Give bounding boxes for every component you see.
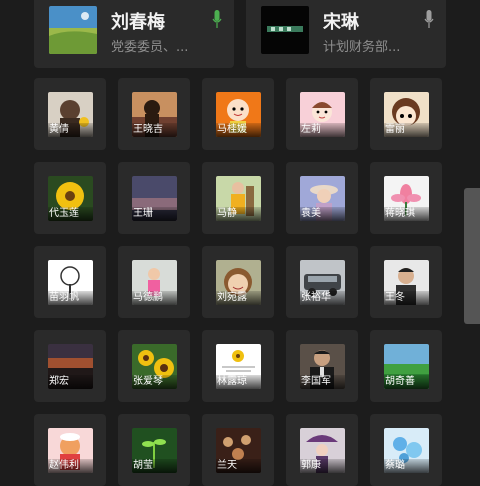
contact-name: 王晓吉 [132, 123, 177, 137]
contact-name: 李国军 [300, 375, 345, 389]
contact-name: 黄倩 [48, 123, 93, 137]
contact-tile[interactable]: 王珊 [132, 176, 177, 221]
contact-name: 刘宛露 [216, 291, 261, 305]
contact-name: 王珊 [132, 207, 177, 221]
contact-name: 蒋晓琪 [384, 207, 429, 221]
contact-tile[interactable]: 黄倩 [48, 92, 93, 137]
contact-card-top-2[interactable]: 宋琳 计划财务部... [246, 0, 446, 68]
grid-cell[interactable]: 胡奇善 [370, 330, 442, 402]
contact-name: 张裕华 [300, 291, 345, 305]
grid-cell[interactable]: 郭康 [286, 414, 358, 486]
contact-tile[interactable]: 蔡璐 [384, 428, 429, 473]
contact-name: 苗羽帆 [48, 291, 93, 305]
contact-tile[interactable]: 马桂媛 [216, 92, 261, 137]
grid-cell[interactable]: 郑宏 [34, 330, 106, 402]
contact-tile[interactable]: 马静 [216, 176, 261, 221]
contact-card-top-1[interactable]: 刘春梅 党委委员、... [34, 0, 234, 68]
grid-cell[interactable]: 王珊 [118, 162, 190, 234]
grid-cell[interactable]: 雷丽 [370, 78, 442, 150]
contact-tile[interactable]: 雷丽 [384, 92, 429, 137]
contact-tile[interactable]: 胡奇善 [384, 344, 429, 389]
contact-name: 袁美 [300, 207, 345, 221]
contact-tile[interactable]: 张爱琴 [132, 344, 177, 389]
contact-role: 计划财务部... [323, 40, 401, 55]
contact-name: 代玉莲 [48, 207, 93, 221]
contact-name: 左莉 [300, 123, 345, 137]
contact-name: 胡奇善 [384, 375, 429, 389]
scrollbar-thumb[interactable] [464, 188, 480, 324]
grid-cell[interactable]: 刘宛露 [202, 246, 274, 318]
grid-cell[interactable]: 代玉莲 [34, 162, 106, 234]
grid-cell[interactable]: 马静 [202, 162, 274, 234]
contact-role: 党委委员、... [111, 40, 189, 55]
contact-name: 兰天 [216, 459, 261, 473]
grid-cell[interactable]: 王晓吉 [118, 78, 190, 150]
grid-cell[interactable]: 左莉 [286, 78, 358, 150]
grid-cell[interactable]: 赵伟利 [34, 414, 106, 486]
contact-tile[interactable]: 胡莹 [132, 428, 177, 473]
grid-cell[interactable]: 李国军 [286, 330, 358, 402]
grid-cell[interactable]: 袁美 [286, 162, 358, 234]
contact-name: 刘春梅 [111, 12, 165, 33]
contact-name: 胡莹 [132, 459, 177, 473]
contact-tile[interactable]: 王晓吉 [132, 92, 177, 137]
contact-tile[interactable]: 袁美 [300, 176, 345, 221]
contact-name: 郑宏 [48, 375, 93, 389]
contact-name: 王冬 [384, 291, 429, 305]
dark-text-logo-avatar [261, 6, 309, 54]
grid-cell[interactable]: 兰天 [202, 414, 274, 486]
contact-tile[interactable]: 兰天 [216, 428, 261, 473]
contact-name: 马德鹏 [132, 291, 177, 305]
contact-name: 宋琳 [323, 12, 359, 33]
grid-cell[interactable]: 张裕华 [286, 246, 358, 318]
contact-tile[interactable]: 郑宏 [48, 344, 93, 389]
grid-cell[interactable]: 蔡璐 [370, 414, 442, 486]
contact-tile[interactable]: 王冬 [384, 260, 429, 305]
contact-tile[interactable]: 李国军 [300, 344, 345, 389]
contact-name: 马桂媛 [216, 123, 261, 137]
contact-tile[interactable]: 马德鹏 [132, 260, 177, 305]
grid-cell[interactable]: 王冬 [370, 246, 442, 318]
contact-name: 马静 [216, 207, 261, 221]
contact-tile[interactable]: 刘宛露 [216, 260, 261, 305]
contact-tile[interactable]: 林露琼 [216, 344, 261, 389]
contact-name: 蔡璐 [384, 459, 429, 473]
grid-cell[interactable]: 马桂媛 [202, 78, 274, 150]
contact-name: 郭康 [300, 459, 345, 473]
contact-tile[interactable]: 郭康 [300, 428, 345, 473]
contact-name: 张爱琴 [132, 375, 177, 389]
contact-tile[interactable]: 代玉莲 [48, 176, 93, 221]
grid-cell[interactable]: 林露琼 [202, 330, 274, 402]
contact-tile[interactable]: 苗羽帆 [48, 260, 93, 305]
grid-cell[interactable]: 黄倩 [34, 78, 106, 150]
grid-cell[interactable]: 苗羽帆 [34, 246, 106, 318]
contact-tile[interactable]: 蒋晓琪 [384, 176, 429, 221]
contact-name: 赵伟利 [48, 459, 93, 473]
meadow-sky-photo [49, 6, 97, 54]
grid-cell[interactable]: 胡莹 [118, 414, 190, 486]
grid-cell[interactable]: 马德鹏 [118, 246, 190, 318]
contact-tile[interactable]: 张裕华 [300, 260, 345, 305]
contact-name: 雷丽 [384, 123, 429, 137]
microphone-icon[interactable] [424, 10, 434, 30]
contact-tile[interactable]: 赵伟利 [48, 428, 93, 473]
microphone-icon[interactable] [212, 10, 222, 30]
contact-tile[interactable]: 左莉 [300, 92, 345, 137]
grid-cell[interactable]: 张爱琴 [118, 330, 190, 402]
contact-name: 林露琼 [216, 375, 261, 389]
grid-cell[interactable]: 蒋晓琪 [370, 162, 442, 234]
